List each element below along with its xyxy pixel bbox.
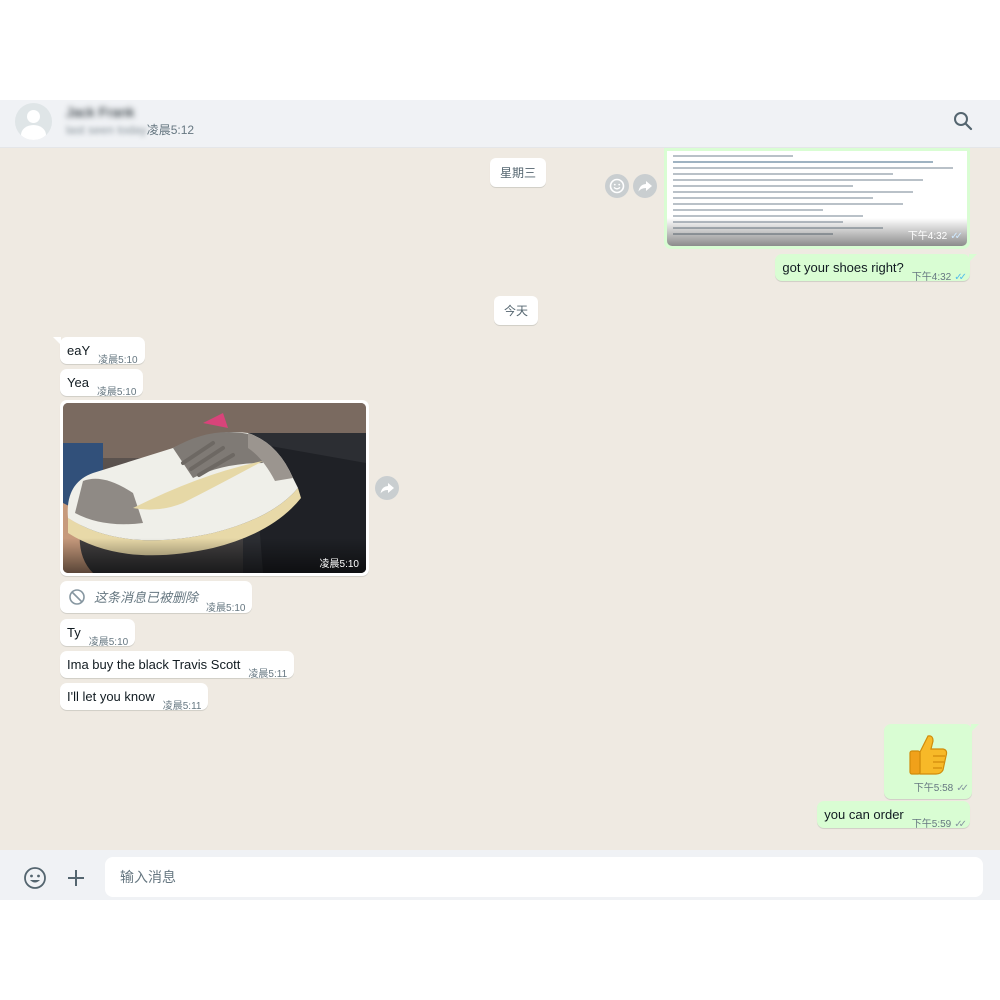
screenshot-image: 下午4:32 ✓✓ — [667, 151, 967, 246]
message-text: Ty — [67, 625, 81, 640]
deleted-icon — [69, 589, 85, 605]
message-composer — [0, 850, 1000, 900]
message-time: 凌晨5:10 — [88, 637, 129, 648]
emoji-reaction-button[interactable] — [605, 174, 629, 198]
avatar-body — [21, 125, 46, 140]
status-time: 凌晨5:12 — [146, 123, 195, 137]
incoming-message[interactable]: eaY 凌晨5:10 — [53, 337, 145, 366]
attach-plus-icon[interactable] — [64, 866, 88, 890]
avatar-head — [27, 110, 40, 123]
message-time: 下午4:32 ✓✓ — [911, 272, 967, 283]
outgoing-message[interactable]: you can order 下午5:59 ✓✓ — [817, 801, 970, 830]
date-separator-today: 今天 — [494, 296, 539, 325]
incoming-message[interactable]: Ty 凌晨5:10 — [60, 619, 136, 648]
message-time: 凌晨5:11 — [248, 669, 288, 680]
screenshot-image-message[interactable]: 下午4:32 ✓✓ — [664, 148, 970, 249]
avatar[interactable] — [15, 103, 52, 140]
forward-icon[interactable] — [633, 174, 657, 198]
forward-icon[interactable] — [375, 476, 399, 500]
contact-name[interactable]: Jack Frank — [66, 104, 134, 120]
message-text: eaY — [67, 343, 91, 358]
outgoing-emoji-message[interactable]: 下午5:58 ✓✓ — [884, 724, 979, 799]
message-time: 下午4:32 ✓✓ — [907, 231, 963, 242]
message-text: you can order — [824, 807, 904, 822]
emoji-icon[interactable] — [23, 866, 47, 890]
chat-window: Jack Frank last seen today凌晨5:12 下午4:32 … — [0, 100, 1000, 900]
deleted-message[interactable]: 这条消息已被删除凌晨5:10 — [60, 581, 253, 614]
contact-status: last seen today凌晨5:12 — [66, 121, 194, 138]
incoming-message[interactable]: Ima buy the black Travis Scott 凌晨5:11 — [60, 651, 295, 680]
date-separator-wednesday: 星期三 — [490, 158, 547, 187]
shoe-photo: 凌晨5:10 — [63, 403, 366, 573]
chat-header: Jack Frank last seen today凌晨5:12 — [0, 100, 1000, 148]
photo-time: 凌晨5:10 — [320, 557, 360, 570]
message-text: I'll let you know — [67, 689, 155, 704]
outgoing-message[interactable]: got your shoes right? 下午4:32 ✓✓ — [775, 254, 977, 283]
incoming-message[interactable]: Yea 凌晨5:10 — [60, 369, 144, 398]
message-text: Ima buy the black Travis Scott — [67, 657, 241, 672]
message-text: Yea — [67, 375, 89, 390]
message-time: 凌晨5:11 — [162, 701, 202, 712]
status-prefix: last seen today — [66, 123, 147, 137]
message-time: 凌晨5:10 — [206, 603, 246, 614]
message-input[interactable] — [105, 857, 983, 897]
message-time: 凌晨5:10 — [98, 355, 138, 366]
message-time: 凌晨5:10 — [96, 387, 137, 398]
message-text: got your shoes right? — [782, 260, 904, 275]
search-icon[interactable] — [952, 110, 974, 132]
shoe-photo-message[interactable]: 凌晨5:10 — [60, 400, 369, 576]
message-time: 下午5:58 ✓✓ — [913, 783, 969, 794]
message-list[interactable]: 下午4:32 ✓✓ 星期三 got your shoes right? 下午4:32… — [0, 148, 1000, 850]
thumbs-up-icon — [909, 735, 948, 775]
incoming-message[interactable]: I'll let you know 凌晨5:11 — [60, 683, 209, 712]
message-time: 下午5:59 ✓✓ — [911, 819, 967, 830]
